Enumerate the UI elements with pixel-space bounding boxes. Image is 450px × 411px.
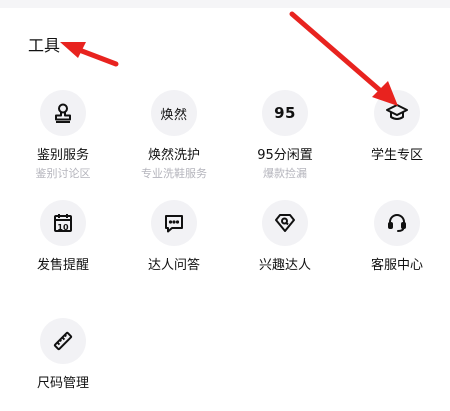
tool-authentication[interactable]: 鉴别服务 鉴别讨论区 <box>8 90 118 181</box>
tool-student-zone[interactable]: 学生专区 <box>342 90 450 163</box>
diamond-icon <box>262 200 308 246</box>
95-logo-text: 95 <box>274 104 296 122</box>
tool-huanran[interactable]: 焕然 焕然洗护 专业洗鞋服务 <box>119 90 229 181</box>
tool-customer-service[interactable]: 客服中心 <box>342 200 450 273</box>
tool-label: 学生专区 <box>370 148 423 163</box>
tool-expert-qa[interactable]: 达人问答 <box>119 200 229 273</box>
tool-label: 焕然洗护 <box>147 148 200 163</box>
tool-sublabel: 爆款捡漏 <box>263 167 307 180</box>
tool-sublabel: 鉴别讨论区 <box>35 167 91 180</box>
tool-label: 客服中心 <box>370 258 423 273</box>
ruler-icon <box>40 318 86 364</box>
headset-icon <box>374 200 420 246</box>
tool-label: 鉴别服务 <box>36 148 89 163</box>
stamp-icon <box>40 90 86 136</box>
95-logo-icon: 95 <box>262 90 308 136</box>
tool-label: 95分闲置 <box>257 148 313 163</box>
calendar-icon: 10 <box>40 200 86 246</box>
tool-release-reminder[interactable]: 10 发售提醒 <box>8 200 118 273</box>
tool-size-management[interactable]: 尺码管理 <box>8 318 118 391</box>
tool-label: 兴趣达人 <box>258 258 311 273</box>
tool-label: 达人问答 <box>147 258 200 273</box>
section-title: 工具 <box>28 36 61 55</box>
calendar-day-text: 10 <box>57 223 69 232</box>
tool-95-idle[interactable]: 95 95分闲置 爆款捡漏 <box>230 90 340 181</box>
tool-interest-expert[interactable]: 兴趣达人 <box>230 200 340 273</box>
huanran-logo-icon: 焕然 <box>151 90 197 136</box>
tool-label: 发售提醒 <box>36 258 89 273</box>
tool-sublabel: 专业洗鞋服务 <box>141 167 207 180</box>
graduation-cap-icon <box>374 90 420 136</box>
chat-icon <box>151 200 197 246</box>
tool-label: 尺码管理 <box>36 376 89 391</box>
huanran-logo-text: 焕然 <box>160 107 188 123</box>
